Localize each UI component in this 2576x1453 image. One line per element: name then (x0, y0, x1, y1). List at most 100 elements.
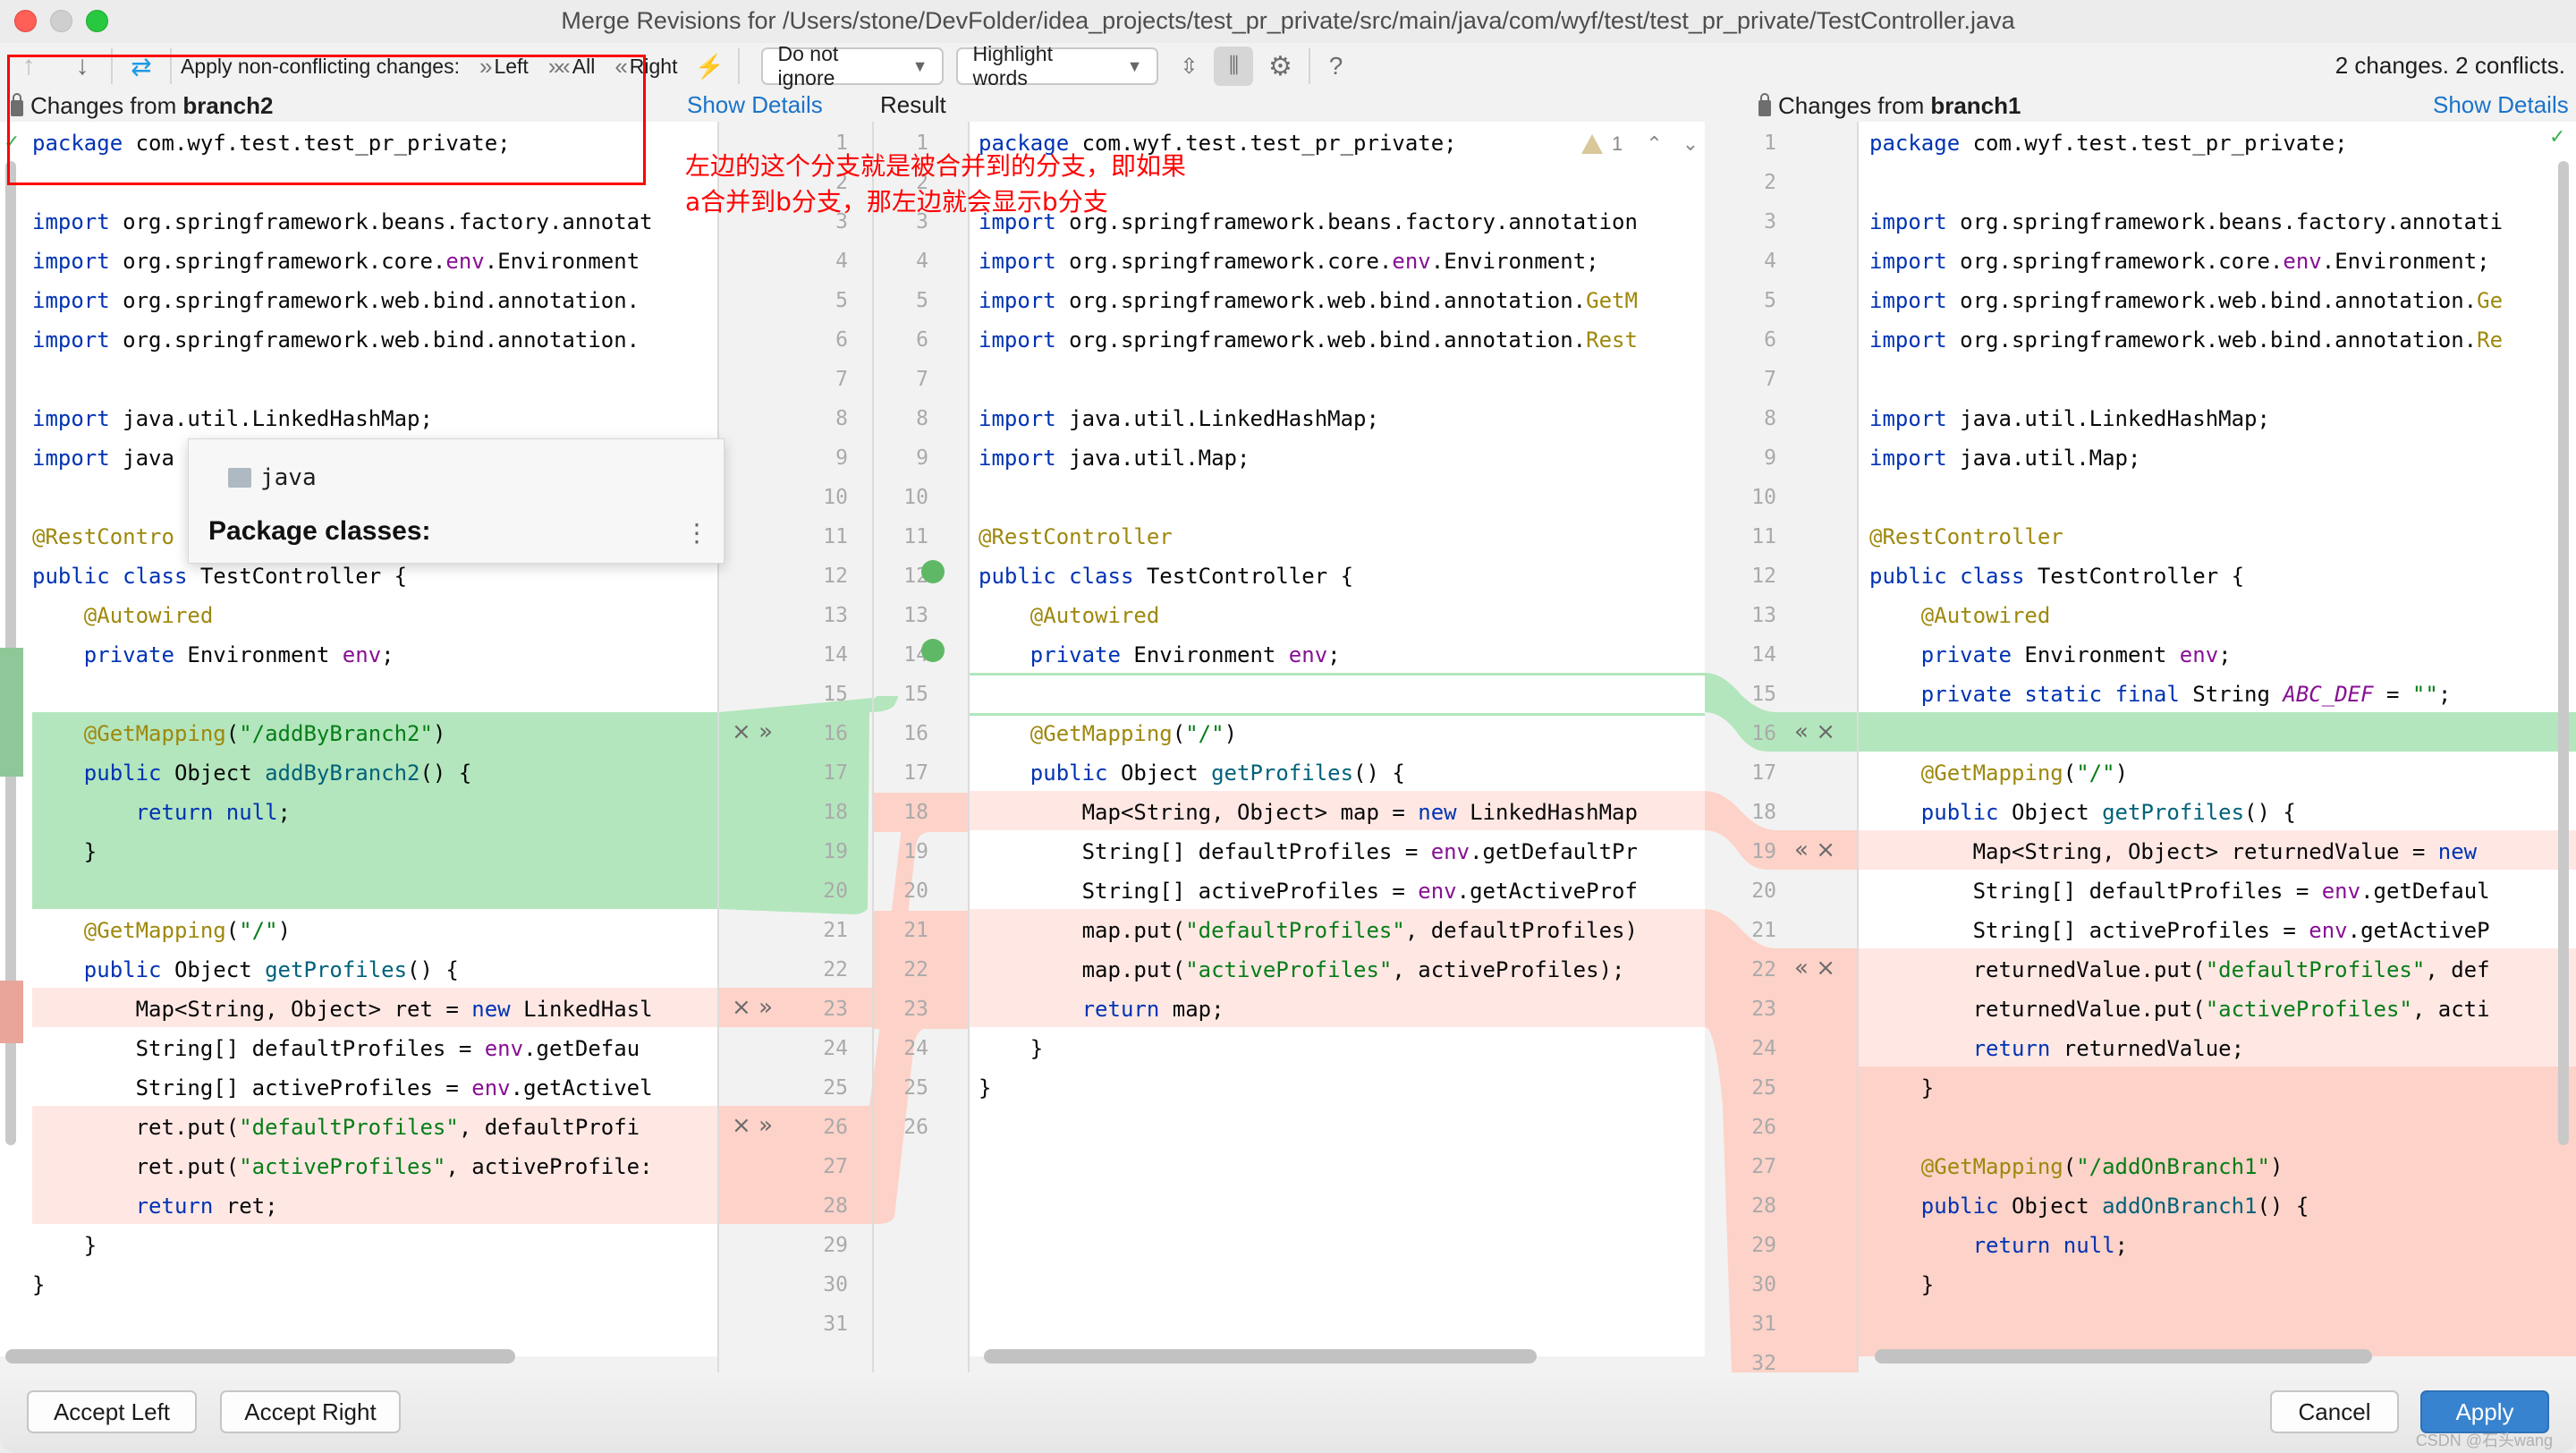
accept-change-icon[interactable]: « (1794, 955, 1809, 981)
warning-icon (1581, 134, 1603, 154)
apply-button[interactable]: Apply (2420, 1390, 2549, 1433)
accept-left-button[interactable]: Accept Left (27, 1390, 197, 1433)
line-number: 22 (903, 958, 928, 981)
line-number: 30 (1751, 1273, 1776, 1296)
check-icon: ✓ (4, 131, 21, 153)
apply-all-button[interactable]: »« All (548, 53, 595, 81)
code-line: package com.wyf.test.test_pr_private; (1869, 131, 2348, 156)
right-horizontal-scrollbar[interactable] (1875, 1349, 2372, 1364)
right-vertical-scrollbar[interactable] (2558, 161, 2569, 1145)
ignore-change-icon[interactable]: × (732, 1112, 751, 1139)
apply-left-button[interactable]: » Left (479, 53, 529, 81)
line-number: 16 (903, 722, 928, 745)
accept-change-icon[interactable]: « (1794, 837, 1809, 863)
result-horizontal-scrollbar[interactable] (984, 1349, 1537, 1364)
accept-change-icon[interactable]: » (758, 994, 773, 1021)
code-line: public class TestController { (979, 564, 1354, 589)
left-show-details-link[interactable]: Show Details (687, 91, 823, 119)
connector-shapes (1705, 673, 1857, 1372)
code-line: import org.springframework.web.bind.anno… (32, 327, 640, 353)
inspection-icon[interactable] (921, 560, 945, 583)
collapse-unchanged-icon[interactable]: ⇳ (1169, 47, 1208, 86)
gear-icon[interactable]: ⚙ (1260, 47, 1300, 86)
sync-scroll-icon[interactable]: ⫼ (1214, 47, 1254, 86)
code-line: public class TestController { (1869, 564, 2245, 589)
ignore-change-icon[interactable]: × (732, 994, 751, 1021)
arrow-down-icon[interactable]: ↓ (63, 47, 102, 86)
code-line: import org.springframework.web.bind.anno… (979, 288, 1638, 313)
arrow-up-icon[interactable]: ↑ (9, 47, 48, 86)
right-show-details-link[interactable]: Show Details (2433, 91, 2569, 119)
conflict-marker (0, 981, 23, 1043)
line-number: 5 (835, 289, 848, 312)
code-line: String[] activeProfiles = env.getActivel (32, 1075, 653, 1100)
line-number: 12 (1751, 565, 1776, 588)
line-number: 23 (1751, 998, 1776, 1021)
code-line: return returnedValue; (1972, 1036, 2245, 1061)
ignore-change-icon[interactable]: × (1816, 955, 1835, 981)
help-icon[interactable]: ? (1319, 47, 1352, 86)
warning-indicator[interactable]: 1 ⌃ ⌄ (1581, 132, 1699, 156)
code-line: String[] defaultProfiles = env.getDefau (32, 1036, 640, 1061)
line-number: 25 (1751, 1076, 1776, 1100)
code-line: @Autowired (1030, 603, 1160, 628)
line-number: 18 (903, 801, 928, 824)
line-number: 21 (903, 919, 928, 942)
accept-change-icon[interactable]: » (758, 718, 773, 745)
code-line: return null; (1972, 1233, 2128, 1258)
result-editor[interactable]: package com.wyf.test.test_pr_private; imp… (970, 122, 1705, 1356)
next-highlight-icon[interactable]: ⌄ (1682, 132, 1699, 156)
ignore-change-icon[interactable]: × (732, 718, 751, 745)
line-number: 24 (903, 1037, 928, 1060)
highlight-mode-dropdown[interactable]: Highlight words ▼ (956, 42, 1159, 89)
code-line: import org.springframework.web.bind.anno… (1869, 327, 2504, 353)
toolbar-separator (1309, 48, 1311, 84)
line-number: 26 (823, 1116, 848, 1139)
line-number: 31 (823, 1313, 848, 1336)
code-line: package com.wyf.test.test_pr_private; (32, 131, 511, 156)
accept-change-icon[interactable]: « (1794, 718, 1809, 745)
apply-right-label: Right (629, 54, 678, 78)
left-pane-header: Changes from branch2 (11, 89, 273, 122)
popup-package: java (228, 464, 317, 491)
code-line: public Object addByBranch2() { (83, 760, 472, 786)
line-number: 13 (1751, 604, 1776, 627)
code-line: } (32, 1233, 97, 1258)
code-line: public Object getProfiles() { (83, 957, 459, 982)
line-number: 10 (1751, 486, 1776, 509)
more-options-icon[interactable]: ⋮ (684, 521, 709, 546)
apply-right-button[interactable]: « Right (614, 53, 677, 81)
magic-wand-icon[interactable]: ⚡ (690, 47, 729, 86)
code-line: returnedValue.put("defaultProfiles", def (1869, 957, 2490, 982)
watermark: CSDN @石头wang (2415, 1432, 2553, 1449)
implementation-icon[interactable] (921, 639, 945, 662)
line-number: 8 (1764, 407, 1776, 430)
code-line: import java.util.LinkedHashMap; (32, 406, 433, 431)
line-number: 9 (916, 446, 928, 470)
merge-dialog: Merge Revisions for /Users/stone/DevFold… (0, 0, 2576, 1453)
code-line: map.put("defaultProfiles", defaultProfil… (979, 918, 1638, 943)
line-number: 26 (903, 1116, 928, 1139)
accept-change-icon[interactable]: » (758, 1112, 773, 1139)
accept-right-button[interactable]: Accept Right (220, 1390, 401, 1433)
line-number: 24 (823, 1037, 848, 1060)
result-pane-title: Result (880, 91, 946, 118)
left-editor[interactable]: package com.wyf.test.test_pr_private;imp… (0, 122, 717, 1356)
right-pane-header: Changes from branch1 (1758, 89, 2021, 122)
magic-resolve-icon[interactable]: ⇄ (122, 47, 161, 86)
line-number: 19 (823, 840, 848, 863)
ignore-whitespace-dropdown[interactable]: Do not ignore ▼ (761, 42, 945, 89)
code-line: import org.springframework.core.env.Envi… (1869, 249, 2490, 274)
line-number: 15 (903, 683, 928, 706)
cancel-button[interactable]: Cancel (2270, 1390, 2399, 1433)
ignore-change-icon[interactable]: × (1816, 837, 1835, 863)
ignore-change-icon[interactable]: × (1816, 718, 1835, 745)
left-horizontal-scrollbar[interactable] (5, 1349, 515, 1364)
previous-highlight-icon[interactable]: ⌃ (1646, 132, 1662, 156)
code-line: @GetMapping("/") (1920, 760, 2129, 786)
left-block-actions: × » (732, 1106, 773, 1145)
double-chevron-right-icon: » (479, 52, 493, 80)
right-editor[interactable]: package com.wyf.test.test_pr_private;imp… (1859, 122, 2576, 1356)
code-line: Map<String, Object> map = new LinkedHash… (979, 800, 1638, 825)
code-line: } (1869, 1075, 1935, 1100)
